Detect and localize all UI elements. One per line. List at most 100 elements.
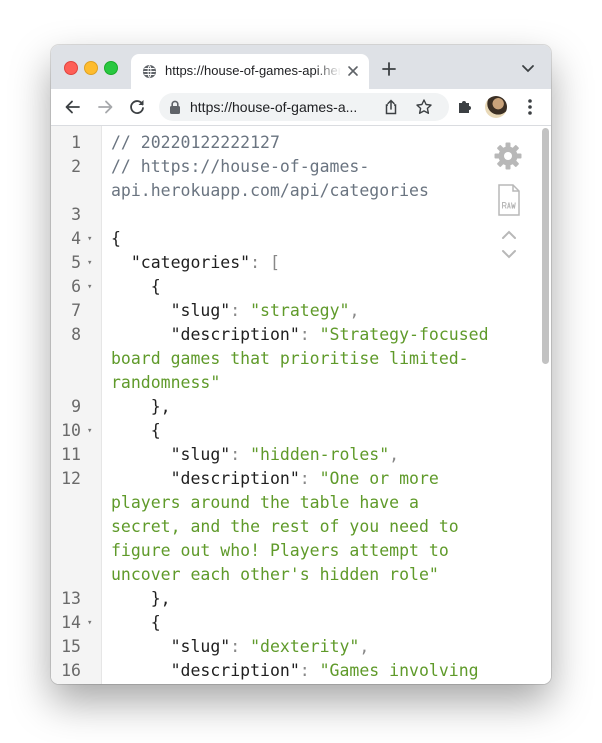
code-pair: "description": "Games involving: [111, 659, 479, 683]
line-number: 3: [71, 205, 81, 224]
chevron-down-icon[interactable]: [521, 63, 535, 75]
code-pair: "categories": [: [111, 251, 280, 275]
code-line: randomness": [51, 371, 551, 395]
code-pair: "slug": "strategy",: [111, 299, 360, 323]
code-text: },: [111, 397, 171, 416]
arrow-right-icon[interactable]: [95, 97, 115, 117]
line-number: 9: [71, 397, 81, 416]
code-pair: "description": "Strategy-focused: [111, 323, 489, 347]
tab-title: https://house-of-games-api.herokuapp.com…: [165, 63, 341, 78]
code-line: 10 ▾ {: [51, 419, 551, 443]
line-number: 2: [71, 157, 81, 176]
avatar[interactable]: [485, 96, 507, 118]
code-string: uncover each other's hidden role": [111, 565, 439, 584]
code-line: 12 "description": "One or more: [51, 467, 551, 491]
code-line: secret, and the rest of you need to: [51, 515, 551, 539]
url-text[interactable]: https://house-of-games-a...: [190, 99, 370, 115]
json-punctuation: ,: [359, 637, 370, 656]
tab-active[interactable]: https://house-of-games-api.herokuapp.com…: [131, 54, 369, 89]
window-close-button[interactable]: [64, 61, 78, 75]
json-value: "Strategy-focused: [319, 325, 489, 344]
star-icon[interactable]: [415, 98, 433, 116]
code-string: players around the table have a: [111, 493, 419, 512]
code-line: 7 "slug": "strategy",: [51, 299, 551, 323]
json-key: "description": [170, 661, 300, 680]
json-viewer: 1 // 20220122222127 2 // https://house-of-g…: [51, 126, 551, 684]
json-separator: :: [230, 301, 251, 320]
line-number: 14: [61, 613, 81, 632]
code-line: uncover each other's hidden role": [51, 563, 551, 587]
json-separator: :: [299, 661, 320, 680]
fold-toggle-icon[interactable]: ▾: [87, 275, 92, 299]
code-line: board games that prioritise limited-: [51, 347, 551, 371]
json-punctuation: ,: [389, 445, 400, 464]
code-line: figure out who! Players attempt to: [51, 539, 551, 563]
fold-toggle-icon[interactable]: ▾: [87, 227, 92, 251]
globe-icon: [142, 64, 157, 79]
arrow-left-icon[interactable]: [63, 97, 83, 117]
code-line: 16 "description": "Games involving: [51, 659, 551, 683]
code-string: figure out who! Players attempt to: [111, 541, 449, 560]
browser-window: https://house-of-games-api.herokuapp.com…: [51, 45, 551, 684]
line-number: 4: [71, 229, 81, 248]
line-number: 5: [71, 253, 81, 272]
code-line: 8 "description": "Strategy-focused: [51, 323, 551, 347]
reload-icon[interactable]: [127, 97, 147, 117]
code-pair: "slug": "dexterity",: [111, 635, 370, 659]
share-icon[interactable]: [382, 98, 400, 116]
json-separator: :: [299, 469, 320, 488]
code-line: 14 ▾ {: [51, 611, 551, 635]
window-zoom-button[interactable]: [104, 61, 118, 75]
window-minimize-button[interactable]: [84, 61, 98, 75]
close-icon[interactable]: [345, 63, 361, 79]
json-key: "slug": [170, 637, 231, 656]
code-text: {: [111, 421, 161, 440]
lock-icon[interactable]: [169, 100, 181, 114]
code-line: 13 },: [51, 587, 551, 611]
json-key: "slug": [170, 445, 231, 464]
code-line: 11 "slug": "hidden-roles",: [51, 443, 551, 467]
code-line: api.herokuapp.com/api/categories: [51, 179, 551, 203]
json-separator: :: [230, 637, 251, 656]
raw-file-icon[interactable]: [497, 184, 521, 216]
json-code: 1 // 20220122222127 2 // https://house-of-g…: [51, 131, 551, 683]
puzzle-icon[interactable]: [455, 97, 475, 117]
address-bar[interactable]: https://house-of-games-a...: [159, 93, 449, 121]
fold-toggle-icon[interactable]: ▾: [87, 251, 92, 275]
fold-toggle-icon[interactable]: ▾: [87, 419, 92, 443]
line-number: 16: [61, 661, 81, 680]
line-number: 12: [61, 469, 81, 488]
code-line: 4 ▾ {: [51, 227, 551, 251]
code-text: {: [111, 613, 161, 632]
fold-toggle-icon[interactable]: ▾: [87, 611, 92, 635]
json-separator: :: [230, 445, 251, 464]
line-number: 1: [71, 133, 81, 152]
code-comment: // https://house-of-games-: [111, 157, 370, 176]
json-key: "slug": [170, 301, 231, 320]
json-punctuation: ,: [349, 301, 360, 320]
line-number: 15: [61, 637, 81, 656]
json-value: "dexterity": [250, 637, 360, 656]
line-number: 6: [71, 277, 81, 296]
line-number: 11: [61, 445, 81, 464]
plus-icon[interactable]: [381, 61, 397, 77]
gear-icon[interactable]: [493, 141, 523, 171]
kebab-menu-icon[interactable]: [520, 97, 540, 117]
chevron-up-down-icon[interactable]: [500, 228, 518, 262]
json-key: "description": [170, 325, 300, 344]
json-value: "strategy": [250, 301, 350, 320]
scrollbar[interactable]: [542, 128, 549, 364]
line-number: 13: [61, 589, 81, 608]
code-comment: // 20220122222127: [111, 133, 280, 152]
json-key: "categories": [130, 253, 251, 272]
code-string: board games that prioritise limited-: [111, 349, 469, 368]
code-line: 6 ▾ {: [51, 275, 551, 299]
code-line: 9 },: [51, 395, 551, 419]
json-value: "One or more: [319, 469, 439, 488]
